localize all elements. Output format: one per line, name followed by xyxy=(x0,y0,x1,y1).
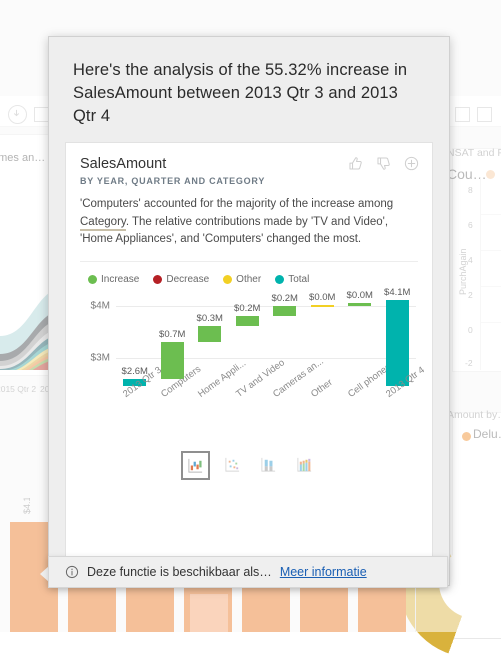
y-tick-label-0: $3M xyxy=(90,352,110,364)
insight-card-subtitle: BY YEAR, QUARTER AND CATEGORY xyxy=(80,176,266,186)
waterfall-data-label: $0.0M xyxy=(346,290,373,302)
insight-body-post: . The relative contributions made by 'TV… xyxy=(80,215,389,246)
waterfall-data-label: $0.3M xyxy=(196,313,223,325)
info-icon xyxy=(65,565,79,579)
insight-body-highlight[interactable]: Category xyxy=(80,215,126,231)
legend-item-other[interactable]: Other xyxy=(223,274,261,285)
waterfall-data-label: $0.7M xyxy=(159,329,186,341)
legend-item-increase[interactable]: Increase xyxy=(88,274,139,285)
legend-label-decrease: Decrease xyxy=(166,273,210,285)
insight-card[interactable]: SalesAmount BY YEAR, QUARTER AND CATEGOR… xyxy=(65,142,433,585)
waterfall-data-label: $0.2M xyxy=(271,292,298,304)
waterfall-bar[interactable] xyxy=(160,342,184,379)
waterfall-bar[interactable] xyxy=(310,304,334,307)
legend-swatch-other xyxy=(223,274,233,284)
thumbs-up-icon[interactable] xyxy=(347,155,364,172)
waterfall-bar[interactable] xyxy=(348,303,372,306)
waterfall-chart-icon[interactable] xyxy=(180,450,210,480)
callout-headline: Here's the analysis of the 55.32% increa… xyxy=(73,61,408,125)
legend-swatch-total xyxy=(275,274,285,284)
legend-swatch-decrease xyxy=(153,274,163,284)
statusbar: Deze functie is beschikbaar als… Meer in… xyxy=(48,556,448,588)
legend-swatch-increase xyxy=(88,274,97,284)
legend-label-increase: Increase xyxy=(101,273,140,285)
column-chart-icon[interactable] xyxy=(254,450,282,478)
insight-card-body: 'Computers' accounted for the majority o… xyxy=(66,194,432,255)
waterfall-bar[interactable] xyxy=(198,326,222,343)
waterfall-bar[interactable] xyxy=(385,300,409,387)
chart-legend: Increase Decrease Other Total xyxy=(66,262,432,285)
legend-item-decrease[interactable]: Decrease xyxy=(153,274,209,285)
stacked-column-chart-icon[interactable] xyxy=(290,450,318,478)
waterfall-data-label: $0.2M xyxy=(234,303,261,314)
stacked-column-glyph xyxy=(296,457,311,472)
statusbar-text: Deze functie is beschikbaar als… xyxy=(87,565,272,579)
waterfall-chart[interactable]: $3M $4M $2.6M 2013 Qtr 3 $0.7M Computers $0.3M… xyxy=(76,287,427,443)
statusbar-link[interactable]: Meer informatie xyxy=(280,565,367,579)
waterfall-data-label: $4.1M xyxy=(384,287,411,299)
insight-card-header: SalesAmount BY YEAR, QUARTER AND CATEGOR… xyxy=(66,143,432,194)
scatter-chart-icon[interactable] xyxy=(218,450,246,478)
waterfall-bar[interactable] xyxy=(235,316,259,327)
y-tick-label-1: $4M xyxy=(90,300,110,312)
thumbs-down-icon[interactable] xyxy=(375,155,392,172)
x-axis-label: Other xyxy=(308,376,335,400)
waterfall-glyph xyxy=(187,458,202,473)
chart-type-switcher xyxy=(66,443,432,492)
scatter-glyph xyxy=(224,457,239,472)
waterfall-plot-area: $3M $4M $2.6M 2013 Qtr 3 $0.7M Computers $0.3M… xyxy=(91,287,427,399)
insight-callout: Here's the analysis of the 55.32% increa… xyxy=(48,36,450,586)
legend-item-total[interactable]: Total xyxy=(275,274,309,285)
waterfall-bar[interactable] xyxy=(273,305,297,316)
add-icon[interactable] xyxy=(403,155,420,172)
waterfall-data-label: $0.0M xyxy=(309,291,336,303)
insight-body-pre: 'Computers' accounted for the majority o… xyxy=(80,198,394,210)
column-glyph xyxy=(260,457,275,472)
insight-card-actions xyxy=(347,155,420,172)
legend-label-total: Total xyxy=(288,273,310,285)
legend-label-other: Other xyxy=(236,273,262,285)
